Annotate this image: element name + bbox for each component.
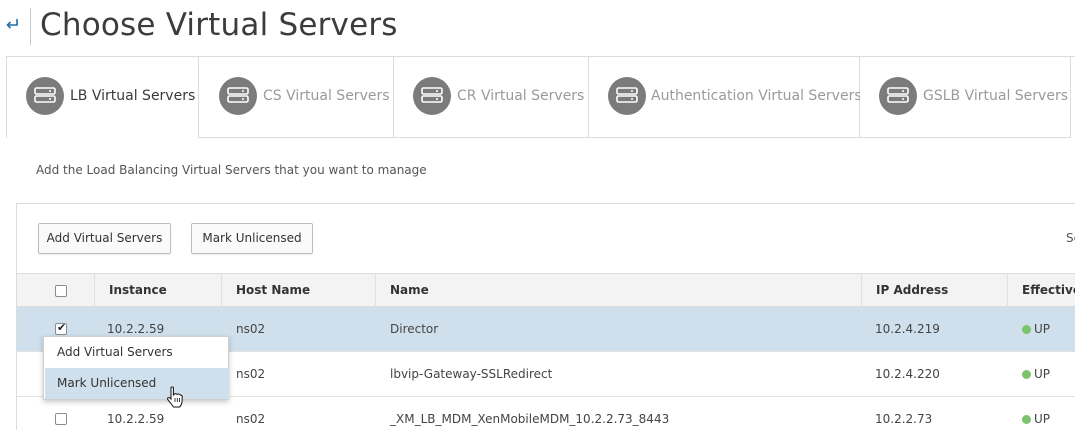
instruction-text: Add the Load Balancing Virtual Servers t…: [36, 163, 427, 177]
status-text: UP: [1034, 412, 1051, 426]
host-name-cell: ns02: [236, 367, 266, 381]
status-cell: UP: [1022, 397, 1050, 430]
status-up-icon: [1022, 325, 1031, 334]
tab-gslb-virtual-servers[interactable]: GSLB Virtual Servers: [860, 57, 1071, 138]
column-header-host-name[interactable]: Host Name: [221, 274, 375, 307]
status-up-icon: [1022, 415, 1031, 424]
mark-unlicensed-button[interactable]: Mark Unlicensed: [191, 223, 313, 254]
tab-lb-virtual-servers[interactable]: LB Virtual Servers: [7, 57, 199, 139]
name-cell: Director: [390, 322, 439, 336]
tab-label: LB Virtual Servers: [70, 88, 196, 104]
column-header-ip-address[interactable]: IP Address: [861, 274, 1007, 307]
title-divider: [30, 8, 31, 45]
add-virtual-servers-button[interactable]: Add Virtual Servers: [38, 223, 171, 254]
column-header-effective[interactable]: Effective: [1007, 274, 1075, 307]
status-cell: UP: [1022, 352, 1050, 396]
name-cell: _XM_LB_MDM_XenMobileMDM_10.2.2.73_8443: [390, 412, 670, 426]
context-menu-item-add-virtual-servers[interactable]: Add Virtual Servers: [45, 337, 229, 368]
tab-label: CS Virtual Servers: [263, 88, 390, 104]
context-menu: Add Virtual Servers Mark Unlicensed: [43, 336, 229, 400]
back-button[interactable]: [5, 16, 21, 34]
instance-cell: 10.2.2.59: [107, 412, 165, 426]
row-checkbox[interactable]: [55, 413, 67, 425]
tab-label: GSLB Virtual Servers: [923, 88, 1068, 104]
status-text: UP: [1034, 367, 1051, 381]
host-name-cell: ns02: [236, 412, 266, 426]
row-checkbox[interactable]: [55, 321, 67, 335]
server-icon: [219, 77, 257, 115]
tab-cs-virtual-servers[interactable]: CS Virtual Servers: [199, 57, 394, 138]
search-label[interactable]: Se: [1066, 231, 1075, 245]
tab-cr-virtual-servers[interactable]: CR Virtual Servers: [394, 57, 589, 138]
column-header-name[interactable]: Name: [375, 274, 861, 307]
table-header: Instance Host Name Name IP Address Effec…: [17, 273, 1075, 307]
context-menu-item-mark-unlicensed[interactable]: Mark Unlicensed: [45, 368, 229, 399]
ip-address-cell: 10.2.4.220: [875, 367, 940, 381]
ip-address-cell: 10.2.4.219: [875, 322, 940, 336]
status-cell: UP: [1022, 307, 1050, 351]
status-up-icon: [1022, 370, 1031, 379]
server-icon: [413, 77, 451, 115]
tab-authentication-virtual-servers[interactable]: Authentication Virtual Servers: [589, 57, 862, 138]
name-cell: lbvip-Gateway-SSLRedirect: [390, 367, 553, 381]
status-text: UP: [1034, 322, 1051, 336]
hand-cursor-icon: [167, 386, 183, 408]
select-all-checkbox[interactable]: [55, 285, 67, 297]
tab-strip: LB Virtual Servers CS Virtual Servers CR…: [6, 56, 1075, 139]
tab-label: CR Virtual Servers: [457, 88, 585, 104]
server-icon: [608, 77, 646, 115]
host-name-cell: ns02: [236, 322, 266, 336]
column-header-instance[interactable]: Instance: [94, 274, 221, 307]
ip-address-cell: 10.2.2.73: [875, 412, 933, 426]
tab-label: Authentication Virtual Servers: [651, 88, 862, 104]
server-icon: [879, 77, 917, 115]
page-title: Choose Virtual Servers: [40, 7, 398, 43]
server-icon: [26, 77, 64, 115]
back-arrow-icon: [6, 19, 18, 29]
